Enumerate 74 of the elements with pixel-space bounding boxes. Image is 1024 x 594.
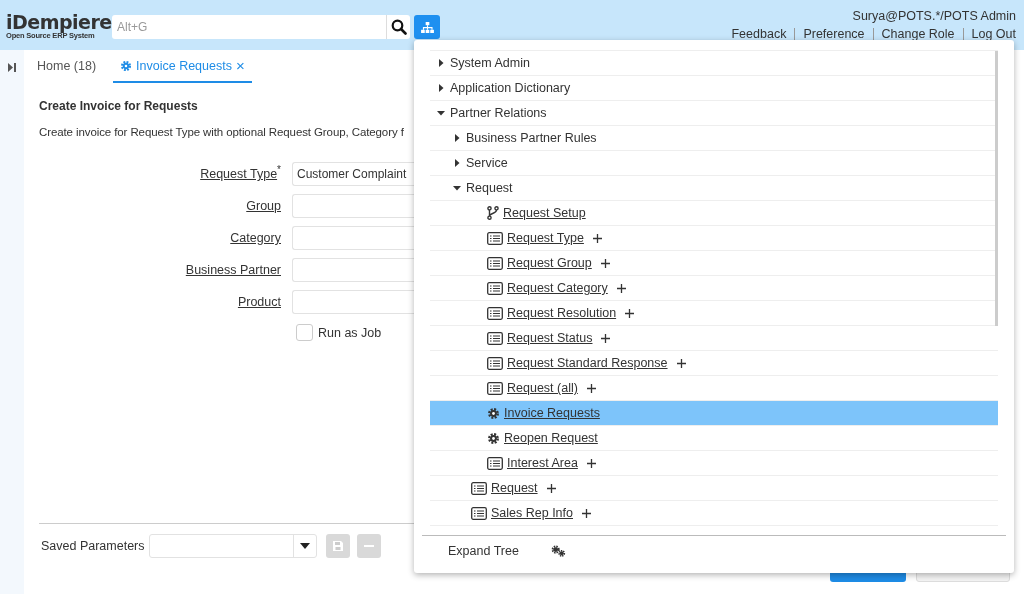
input-field[interactable] <box>292 258 414 282</box>
plus-icon[interactable] <box>601 333 611 343</box>
list-icon <box>487 331 503 345</box>
input-field[interactable]: Customer Complaint <box>292 162 414 186</box>
scrollbar[interactable] <box>995 51 998 326</box>
gears-icon[interactable] <box>550 545 566 557</box>
process-description: Create invoice for Request Type with optional Request Group, Category f <box>39 126 404 138</box>
logo: iDempiere <box>6 12 112 32</box>
list-icon <box>487 256 503 270</box>
menu-tree-item[interactable]: Request Status <box>430 326 998 351</box>
input-field[interactable] <box>292 194 414 218</box>
list-icon <box>471 506 487 520</box>
search-icon <box>390 19 407 35</box>
branch-icon <box>487 206 499 220</box>
plus-icon[interactable] <box>600 258 610 268</box>
header-link[interactable]: Log Out <box>971 26 1016 42</box>
caret-down-icon[interactable] <box>437 109 445 117</box>
field-label: Group <box>246 199 281 213</box>
caret-down-icon[interactable] <box>453 184 461 192</box>
plus-icon[interactable] <box>592 233 602 243</box>
menu-tree-item[interactable]: Request Standard Response <box>430 351 998 376</box>
header-link[interactable]: Feedback <box>731 26 787 42</box>
menu-tree-item[interactable]: Interest Area <box>430 451 998 476</box>
field-label: Business Partner <box>185 263 281 277</box>
list-icon <box>487 231 503 245</box>
field-label: Product <box>237 295 281 309</box>
search-button[interactable] <box>386 15 410 39</box>
saved-parameters-label: Saved Parameters <box>41 538 145 553</box>
caret-right-icon[interactable] <box>453 134 461 142</box>
plus-icon[interactable] <box>676 358 686 368</box>
menu-tree-button[interactable] <box>414 15 440 39</box>
menu-tree-item[interactable]: Sales Rep Info <box>430 501 998 526</box>
plus-icon[interactable] <box>586 458 596 468</box>
gear-icon <box>487 431 500 445</box>
gear-icon <box>120 59 133 72</box>
search-field[interactable]: Alt+G <box>112 15 386 39</box>
input-field[interactable] <box>292 290 414 314</box>
plus-icon[interactable] <box>616 283 626 293</box>
caret-right-icon[interactable] <box>437 84 445 92</box>
header-link[interactable]: Change Role <box>881 26 955 42</box>
checkbox-label: Run as Job <box>318 325 382 340</box>
required-mark: * <box>277 164 281 175</box>
plus-icon[interactable] <box>625 308 635 318</box>
plus-icon[interactable] <box>582 508 591 518</box>
gear-icon <box>487 406 500 420</box>
list-icon <box>487 381 503 395</box>
checkbox[interactable] <box>296 324 313 341</box>
list-icon <box>487 356 503 370</box>
plus-icon[interactable] <box>586 383 596 393</box>
menu-tree-item[interactable]: Invoice Requests <box>430 401 998 426</box>
expand-panel-icon[interactable] <box>8 63 16 72</box>
expand-tree-label[interactable]: Expand Tree <box>448 544 519 558</box>
header-link[interactable]: Preference <box>803 26 865 42</box>
plus-icon[interactable] <box>546 483 556 493</box>
list-icon <box>471 481 487 495</box>
menu-tree-item[interactable]: Reopen Request <box>430 426 998 451</box>
list-icon <box>487 456 503 470</box>
input-field[interactable] <box>292 226 414 250</box>
sitemap-icon <box>420 21 434 33</box>
field-label: Category <box>230 231 281 245</box>
minus-icon <box>363 544 374 547</box>
menu-tree-item[interactable]: Request Resolution <box>430 301 998 326</box>
field-label: Request Type <box>200 167 278 181</box>
tab[interactable]: Invoice Requests × <box>113 50 252 83</box>
caret-right-icon[interactable] <box>453 159 461 167</box>
user-role-label: Surya@POTS.*/POTS Admin <box>852 8 1016 24</box>
process-title: Create Invoice for Requests <box>39 99 198 113</box>
caret-right-icon[interactable] <box>437 59 445 67</box>
menu-tree-item[interactable]: Request <box>430 476 998 501</box>
tab[interactable]: Home (18) <box>30 50 104 83</box>
caret-down-icon[interactable] <box>299 542 310 549</box>
list-icon <box>487 306 503 320</box>
close-icon[interactable]: × <box>235 57 245 74</box>
list-icon <box>487 281 503 295</box>
